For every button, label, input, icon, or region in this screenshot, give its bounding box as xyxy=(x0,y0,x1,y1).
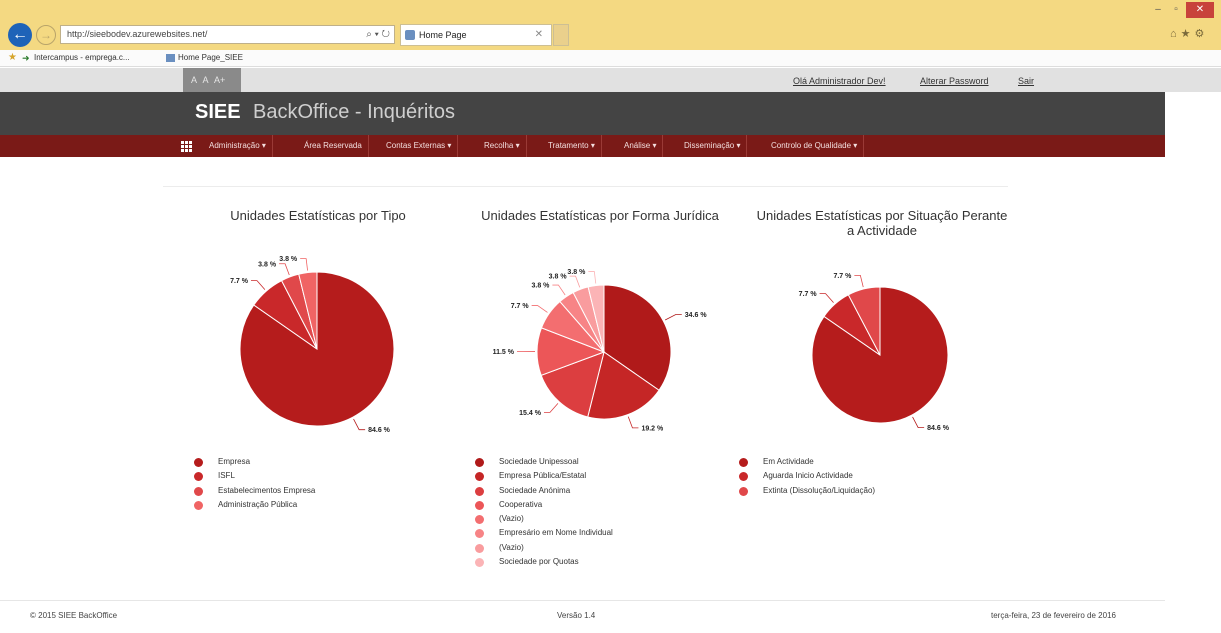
footer-copyright: © 2015 SIEE BackOffice xyxy=(30,611,118,620)
pie-data-label: 3.8 % xyxy=(567,269,586,276)
legend-label: Extinta (Dissolução/Liquidação) xyxy=(763,485,876,495)
pie-data-label: 3.8 % xyxy=(531,283,550,290)
pie-label-leader xyxy=(854,274,864,288)
legend-item[interactable]: Em Actividade xyxy=(737,455,875,469)
pie-label-leader xyxy=(819,293,834,303)
footer-date: terça-feira, 23 de fevereiro de 2016 xyxy=(991,611,1116,620)
legend-item[interactable]: Empresário em Nome Individual xyxy=(473,526,613,540)
legend-label: Administração Pública xyxy=(218,499,298,509)
legend-swatch-icon xyxy=(194,500,203,510)
pie-label-leader xyxy=(912,416,925,428)
pie-label-leader xyxy=(250,280,266,290)
pie-label-leader xyxy=(353,418,366,431)
pie-label-leader xyxy=(664,314,682,321)
legend-item[interactable]: Estabelecimentos Empresa xyxy=(192,484,315,498)
legend-swatch-icon xyxy=(739,472,748,482)
pie-label-leader xyxy=(588,271,597,284)
pie-data-label: 7.7 % xyxy=(230,278,249,285)
legend-label: Sociedade Unipessoal xyxy=(499,457,579,466)
legend-swatch-icon xyxy=(194,472,203,482)
legend-label: Em Actividade xyxy=(763,457,814,466)
legend-label: (Vazio) xyxy=(499,542,524,552)
legend-label: Aguarda Inicio Actividade xyxy=(763,471,853,481)
pie-data-label: 7.7 % xyxy=(511,303,530,310)
legend-situacao: Em Actividade Aguarda Inicio Actividade Ex… xyxy=(737,455,875,498)
legend-label: Sociedade Anónima xyxy=(499,485,571,495)
pie-data-label: 34.6 % xyxy=(685,312,708,319)
legend-forma-juridica: Sociedade Unipessoal Empresa Pública/Esta… xyxy=(473,455,613,569)
pie-data-label: 3.8 % xyxy=(279,256,298,263)
legend-label: ISFL xyxy=(218,471,235,481)
pie-label-leader xyxy=(552,284,566,296)
legend-swatch-icon xyxy=(475,515,484,525)
pie-data-label: 84.6 % xyxy=(927,425,950,432)
pie-data-label: 11.5 % xyxy=(493,349,515,356)
legend-label: Empresa Pública/Estatal xyxy=(499,471,587,481)
legend-item[interactable]: Sociedade Anónima xyxy=(473,484,613,498)
legend-swatch-icon xyxy=(475,472,484,482)
footer-version: Versão 1.4 xyxy=(557,611,596,620)
pie-data-label: 3.8 % xyxy=(549,274,568,281)
legend-swatch-icon xyxy=(194,458,203,467)
legend-item[interactable]: Administração Pública xyxy=(192,498,315,512)
legend-item[interactable]: Extinta (Dissolução/Liquidação) xyxy=(737,484,875,498)
legend-label: Empresário em Nome Individual xyxy=(499,528,613,538)
pie-label-leader xyxy=(279,263,290,276)
legend-label: (Vazio) xyxy=(499,514,524,524)
legend-swatch-icon xyxy=(739,458,748,467)
legend-item[interactable]: Sociedade por Quotas xyxy=(473,555,613,569)
legend-item[interactable]: Sociedade Unipessoal xyxy=(473,455,613,469)
legend-swatch-icon xyxy=(475,543,484,553)
legend-item[interactable]: ISFL xyxy=(192,469,315,483)
legend-item[interactable]: (Vazio) xyxy=(473,512,613,526)
legend-swatch-icon xyxy=(475,458,484,467)
legend-swatch-icon xyxy=(475,500,484,510)
legend-item[interactable]: (Vazio) xyxy=(473,541,613,555)
legend-label: Sociedade por Quotas xyxy=(499,557,579,567)
legend-swatch-icon xyxy=(194,486,203,496)
legend-swatch-icon xyxy=(475,558,484,568)
pie-label-leader xyxy=(627,416,639,429)
legend-label: Estabelecimentos Empresa xyxy=(218,485,316,495)
legend-swatch-icon xyxy=(475,529,484,539)
legend-item[interactable]: Empresa Pública/Estatal xyxy=(473,469,613,483)
legend-swatch-icon xyxy=(475,486,484,496)
legend-label: Empresa xyxy=(218,457,251,466)
pie-data-label: 84.6 % xyxy=(368,427,391,434)
pie-data-label: 15.4 % xyxy=(519,410,542,417)
pie-label-leader xyxy=(543,403,559,413)
legend-item[interactable]: Empresa xyxy=(192,455,315,469)
legend-tipo: Empresa ISFL Estabelecimentos Empresa Admin… xyxy=(192,455,315,512)
pie-label-leader xyxy=(300,258,308,271)
legend-label: Cooperativa xyxy=(499,499,543,509)
legend-item[interactable]: Aguarda Inicio Actividade xyxy=(737,469,875,483)
pie-label-leader xyxy=(531,305,548,313)
pie-data-label: 7.7 % xyxy=(799,291,818,298)
pie-label-leader xyxy=(569,275,581,288)
pie-data-label: 19.2 % xyxy=(641,425,664,432)
legend-item[interactable]: Cooperativa xyxy=(473,498,613,512)
pie-data-label: 3.8 % xyxy=(258,261,277,268)
footer-divider xyxy=(0,600,1165,601)
pie-data-label: 7.7 % xyxy=(833,273,852,280)
legend-swatch-icon xyxy=(739,486,748,496)
